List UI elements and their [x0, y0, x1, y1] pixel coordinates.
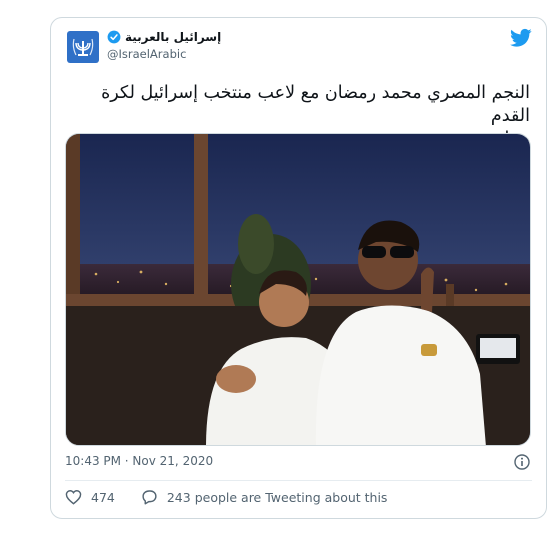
tweet-text-line1: النجم المصري محمد رمضان مع لاعب منتخب إس…	[101, 83, 530, 126]
user-handle[interactable]: @IsraelArabic	[107, 47, 221, 61]
info-icon[interactable]	[514, 454, 530, 470]
twitter-bird-icon[interactable]	[510, 28, 532, 48]
avatar[interactable]	[67, 31, 99, 63]
tweet-actions: 474 243 people are Tweeting about this	[65, 489, 413, 505]
like-count: 474	[91, 489, 115, 505]
photo-image	[66, 134, 530, 445]
comment-icon[interactable]	[141, 489, 158, 505]
like-action[interactable]: 474	[65, 489, 115, 505]
tweeting-about-text: 243 people are Tweeting about this	[166, 489, 388, 505]
tweet-header: إسرائيل بالعربية @IsraelArabic	[51, 18, 546, 80]
display-name[interactable]: إسرائيل بالعربية	[125, 30, 221, 44]
heart-icon[interactable]	[65, 489, 82, 505]
divider	[65, 480, 532, 481]
israel-emblem-icon	[72, 38, 94, 56]
tweet-photo[interactable]	[65, 133, 531, 446]
tweet-card[interactable]: إسرائيل بالعربية @IsraelArabic النجم الم…	[50, 17, 547, 519]
conversation-action[interactable]: 243 people are Tweeting about this	[141, 489, 388, 505]
verified-badge-icon	[107, 30, 121, 44]
tweet-timestamp[interactable]: 10:43 PM · Nov 21, 2020	[65, 454, 213, 468]
